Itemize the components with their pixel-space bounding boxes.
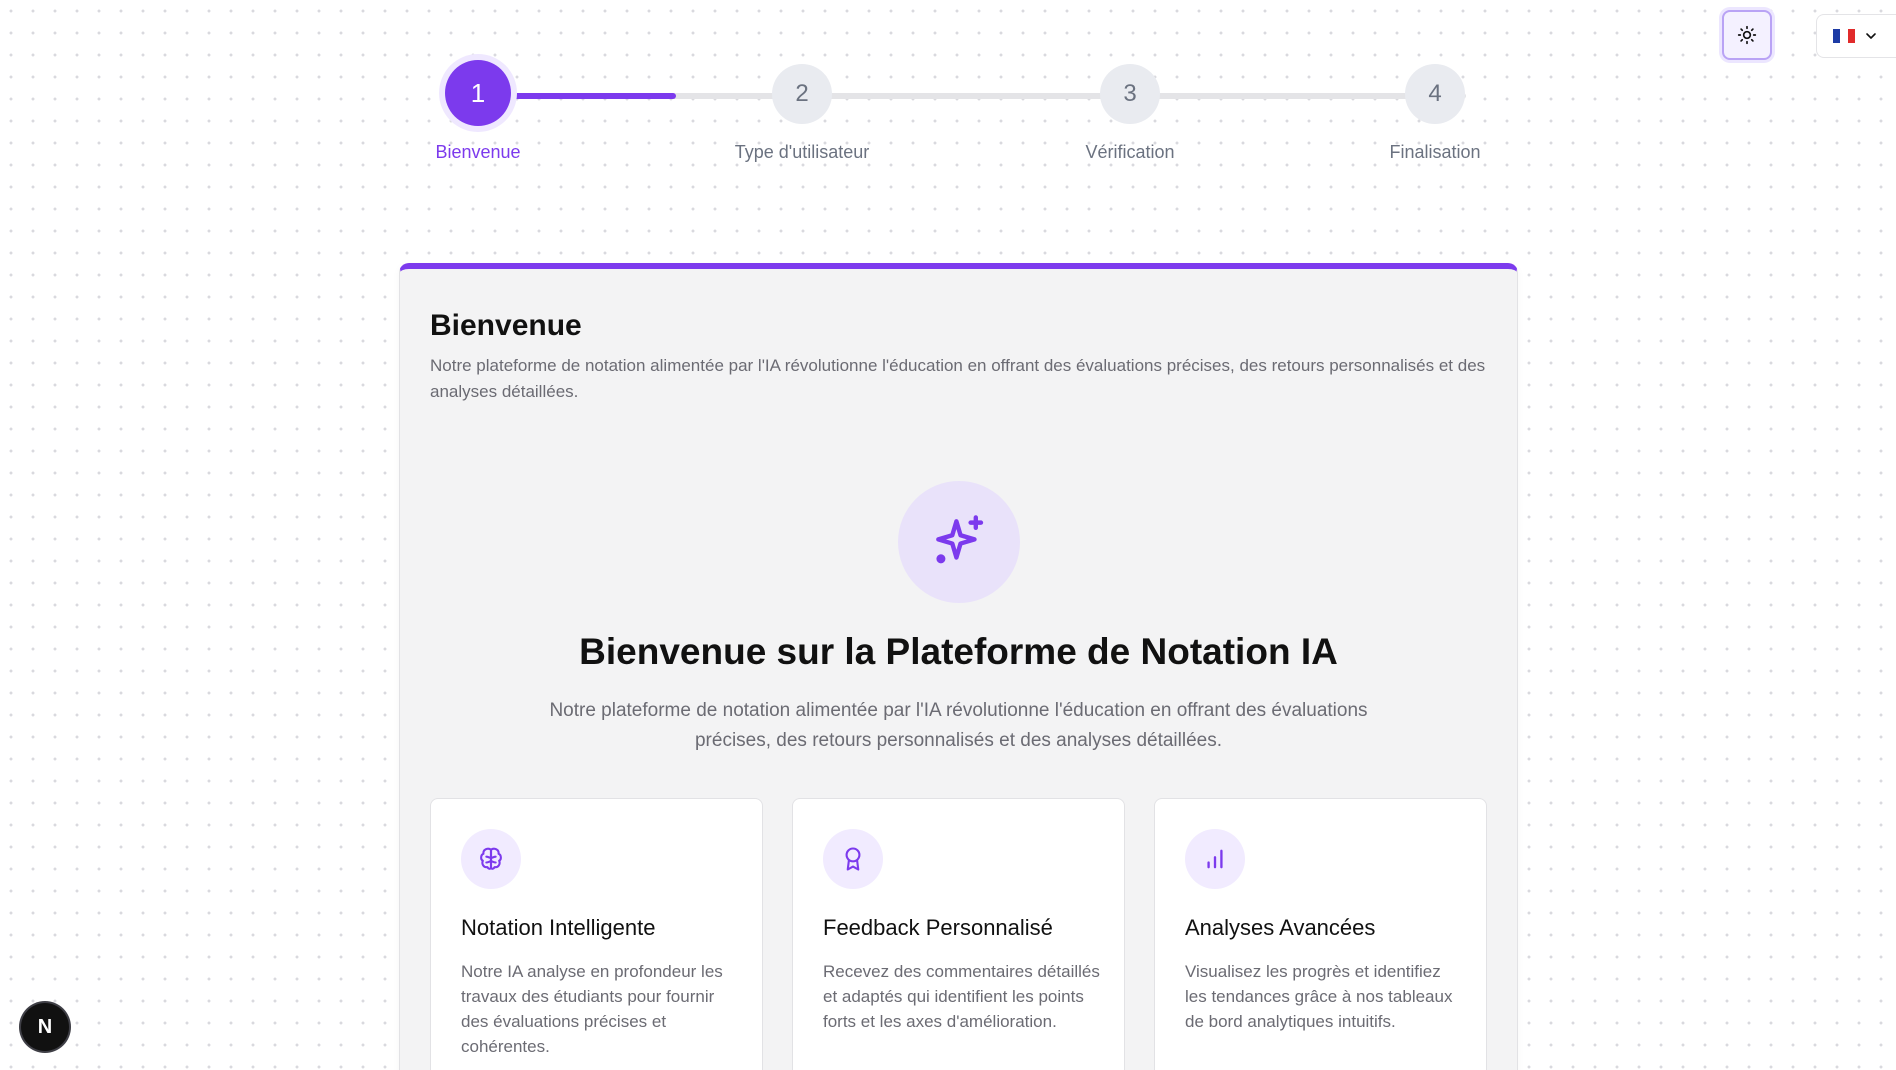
sparkles-icon [936,515,984,564]
step-2-circle[interactable]: 2 [772,64,832,124]
feature-card-advanced-analytics: Analyses Avancées Visualisez les progrès… [1154,798,1487,1070]
feature-icon-circle [823,829,883,889]
step-2-label: Type d'utilisateur [734,142,870,162]
card-description: Notre plateforme de notation alimentée p… [430,356,1486,401]
nextjs-dev-badge[interactable]: N [21,1003,69,1051]
feature-card-smart-grading: Notation Intelligente Notre IA analyse e… [430,798,763,1070]
step-3-label: Vérification [1085,142,1175,162]
feature-icon-circle [461,829,521,889]
step-4-label: Finalisation [1389,142,1481,162]
feature-title: Feedback Personnalisé [823,915,1053,940]
award-icon [845,847,861,871]
feature-description: Recevez des commentaires détaillés et ad… [823,962,1100,1031]
card-title: Bienvenue [430,309,582,342]
step-1-circle[interactable]: 1 [445,60,511,126]
feature-description: Visualisez les progrès et identifiez les… [1185,962,1453,1031]
step-3-circle[interactable]: 3 [1100,64,1160,124]
step-1-label: Bienvenue [435,142,521,162]
hero-title: Bienvenue sur la Plateforme de Notation … [579,631,1338,672]
step-4-circle[interactable]: 4 [1405,64,1465,124]
bar-chart-icon [1207,849,1223,869]
onboarding-stepper: 1 2 3 4 Bienvenue Type d'utilisateur Vér… [0,0,1896,170]
feature-title: Notation Intelligente [461,915,656,940]
feature-title: Analyses Avancées [1185,915,1376,940]
feature-icon-circle [1185,829,1245,889]
hero-icon-circle [898,481,1020,603]
brain-icon [480,847,502,870]
welcome-card: Bienvenue Notre plateforme de notation a… [399,263,1518,1070]
hero-description: Notre plateforme de notation alimentée p… [549,700,1368,751]
feature-description: Notre IA analyse en profondeur les trava… [461,962,723,1056]
feature-card-personal-feedback: Feedback Personnalisé Recevez des commen… [792,798,1125,1070]
